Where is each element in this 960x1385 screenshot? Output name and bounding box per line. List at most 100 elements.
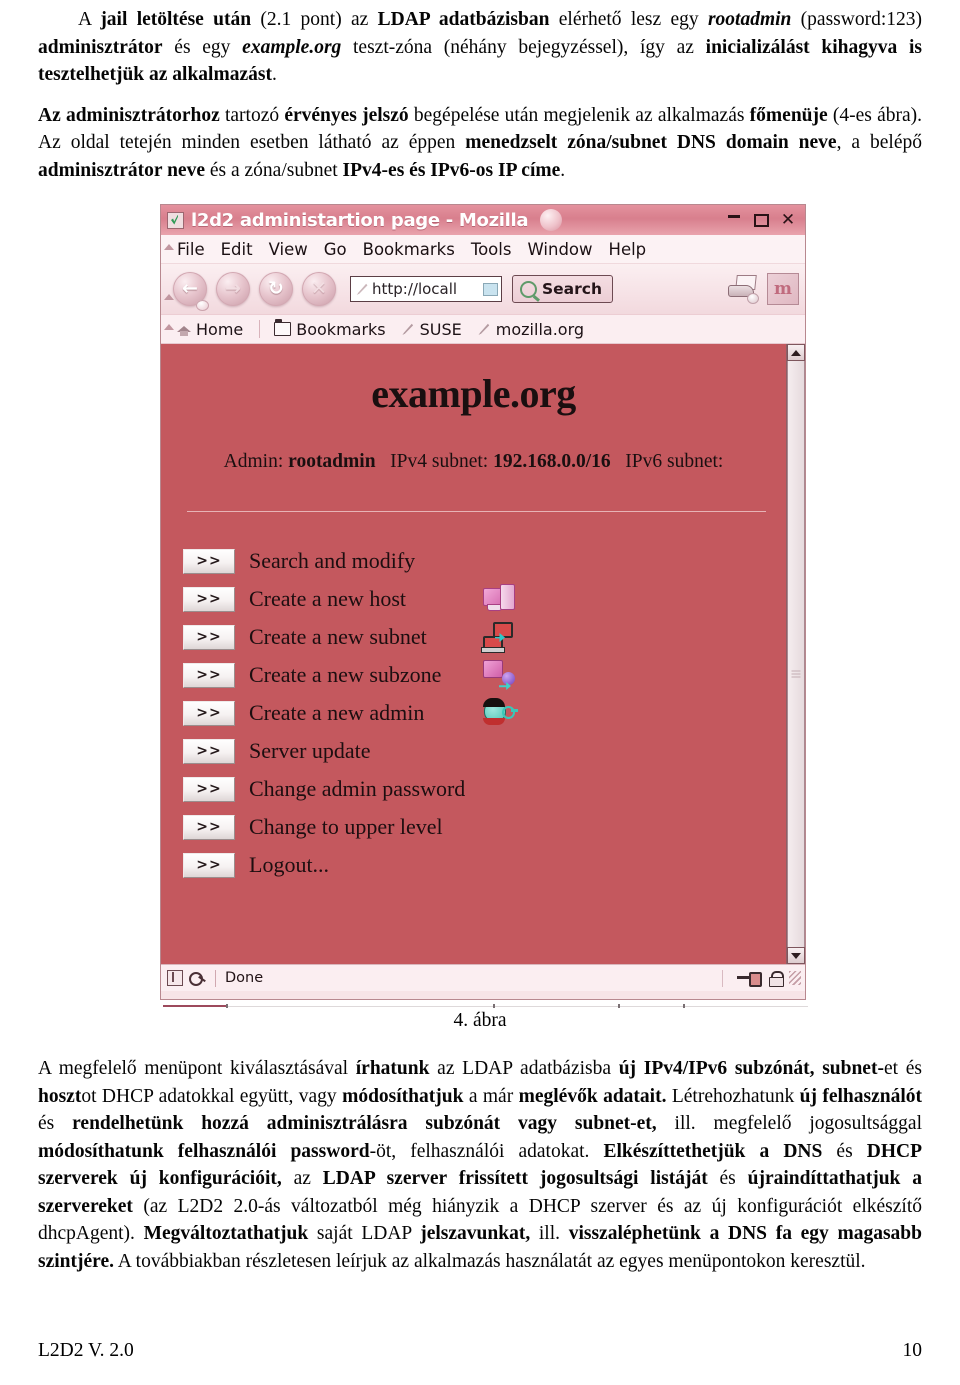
security-lock-icon[interactable] [769,970,784,987]
chevron-up-icon [791,349,801,356]
scroll-down-button[interactable] [787,947,805,964]
go-button[interactable]: >> [183,586,235,612]
mozilla-app-icon [167,211,184,229]
menu-window[interactable]: Window [527,240,592,259]
url-bookmark-pin-icon [356,283,368,295]
ruler-mark [618,1004,620,1008]
menu-item-change-to-upper-level[interactable]: >> Change to upper level [183,808,786,846]
menu-item-label: Logout... [249,852,330,877]
menu-bookmarks[interactable]: Bookmarks [363,240,455,259]
navbar-right-group: m [725,273,805,305]
back-button[interactable]: ← [173,272,209,311]
scroll-up-button[interactable] [787,344,805,361]
bookmark-bookmarks[interactable]: Bookmarks [274,319,386,339]
statusbar-separator [215,969,216,987]
scrollbar-track[interactable] [787,361,805,947]
scrollbar-thumb[interactable] [788,361,804,947]
bookmarkbar-grip-icon[interactable] [164,324,174,330]
document-top-text: A jail letöltése után (2.1 pont) az LDAP… [38,0,922,184]
go-button[interactable]: >> [183,548,235,574]
admin-label: Admin: [223,451,284,472]
reload-icon: ↻ [268,277,284,300]
menu-item-create-a-new-subzone[interactable]: >> Create a new subzone [183,656,786,694]
ruler-mark [493,1004,495,1008]
back-arrow-icon: ← [182,277,198,300]
go-button[interactable]: >> [183,852,235,878]
status-text: Done [225,970,264,986]
bookmark-home-label: Home [196,319,244,339]
ruler-light-segment [228,1005,808,1007]
webpage-content: example.org Admin: rootadmin IPv4 subnet… [161,344,786,964]
menu-tools[interactable]: Tools [471,240,512,259]
sidebar-toggle-icon[interactable] [167,970,183,986]
statusbar-panel-divider [722,969,723,987]
close-icon[interactable]: ✕ [779,211,797,229]
go-button[interactable]: >> [183,776,235,802]
back-history-dropdown-icon[interactable] [196,300,209,311]
url-text: http://locall [372,280,458,298]
ipv6-label: IPv6 subnet: [625,451,724,472]
go-button[interactable]: >> [183,624,235,650]
subnet-network-icon [481,622,517,653]
main-menu-list: >> Search and modify >> Create a new hos… [161,542,786,884]
figure-caption: 4. ábra [453,1010,507,1031]
browser-titlebar: l2d2 administartion page - Mozilla ✕ [161,205,805,235]
menu-help[interactable]: Help [609,240,647,259]
bookmark-home[interactable]: Home [177,320,243,339]
subzone-icon [483,660,517,690]
mozilla-throbber-icon[interactable]: m [767,273,799,305]
menu-item-label: Change to upper level [249,814,443,839]
network-plug-icon[interactable] [737,971,762,987]
menu-item-create-a-new-admin[interactable]: >> Create a new admin [183,694,786,732]
bookmarkbar-separator [259,320,261,338]
menu-item-logout[interactable]: >> Logout... [183,846,786,884]
bookmark-suse-label: SUSE [419,319,462,339]
bookmark-mozilla-org[interactable]: mozilla.org [478,320,584,339]
bookmark-pin-icon [402,323,414,335]
print-dropdown-icon[interactable] [747,293,759,304]
ruler-mark [683,1004,685,1008]
menu-view[interactable]: View [269,240,308,259]
footer-page-number: 10 [902,1340,923,1361]
menu-item-create-a-new-subnet[interactable]: >> Create a new subnet [183,618,786,656]
go-button[interactable]: >> [183,700,235,726]
menu-item-label: Create a new subnet [249,624,427,649]
forward-button[interactable]: → [216,272,250,306]
navbar-grip-icon[interactable] [164,294,174,300]
ruler-dark-segment [163,1005,226,1007]
go-button[interactable]: >> [183,738,235,764]
url-dropdown-icon[interactable] [483,282,498,296]
reload-button[interactable]: ↻ [259,272,293,306]
resize-grip-icon[interactable] [789,971,801,985]
menu-edit[interactable]: Edit [221,240,253,259]
paragraph-1: A jail letöltése után (2.1 pont) az LDAP… [38,9,922,85]
menu-item-label: Create a new subzone [249,662,442,687]
bookmark-suse[interactable]: SUSE [402,320,462,339]
menu-item-create-a-new-host[interactable]: >> Create a new host [183,580,786,618]
menu-item-search-and-modify[interactable]: >> Search and modify [183,542,786,580]
url-address-bar[interactable]: http://locall [350,276,502,302]
bookmark-bookmarks-label: Bookmarks [296,319,386,339]
vertical-scrollbar[interactable] [786,344,805,964]
paragraph-2: Az adminisztrátorhoz tartozó érvényes je… [38,104,922,181]
menubar-grip-icon[interactable] [164,244,174,250]
scrollbar-grip-icon [791,668,801,678]
print-icon[interactable] [725,275,759,304]
browser-viewport: example.org Admin: rootadmin IPv4 subnet… [161,344,805,964]
menu-item-change-admin-password[interactable]: >> Change admin password [183,770,786,808]
page-status-icon[interactable] [189,971,206,986]
menu-file[interactable]: File [177,240,205,259]
stop-button[interactable]: ✕ [302,272,336,306]
go-button[interactable]: >> [183,814,235,840]
chevron-down-icon [791,952,801,959]
page-footer: L2D2 V. 2.0 10 [38,1340,922,1362]
footer-document-version: L2D2 V. 2.0 [38,1340,134,1361]
ruler-mark [226,1004,228,1008]
menu-item-label: Server update [249,738,371,763]
menu-go[interactable]: Go [324,240,347,259]
maximize-icon[interactable] [754,213,769,227]
go-button[interactable]: >> [183,662,235,688]
search-button[interactable]: Search [512,275,614,303]
menu-item-server-update[interactable]: >> Server update [183,732,786,770]
window-title: l2d2 administartion page - Mozilla [191,209,529,231]
